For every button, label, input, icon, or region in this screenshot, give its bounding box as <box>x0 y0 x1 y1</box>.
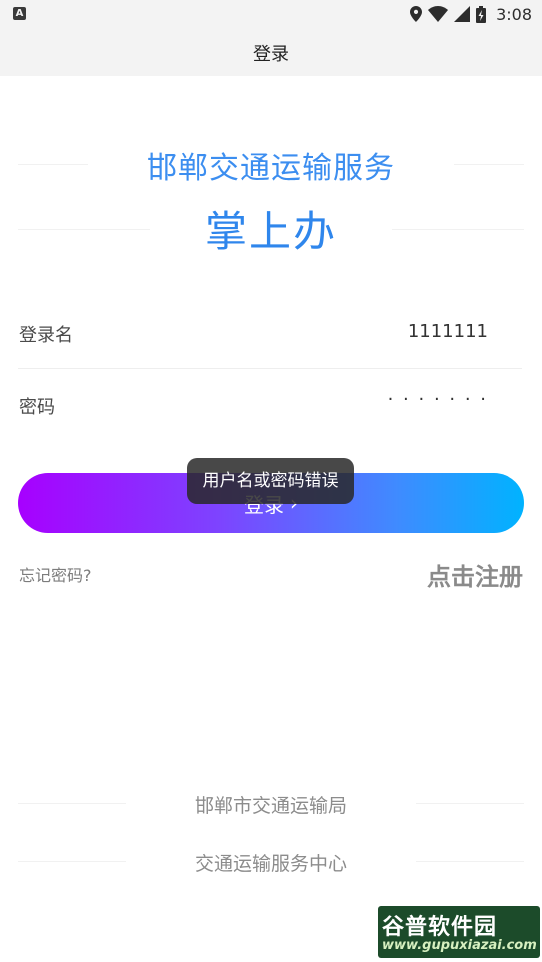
forgot-password-link[interactable]: 忘记密码? <box>19 562 92 586</box>
watermark-logo: 谷普软件园 www.gupuxiazai.com <box>378 906 540 958</box>
footer-org: 邯郸市交通运输局 <box>194 795 347 817</box>
page-title: 登录 <box>253 44 289 65</box>
footer-center: 交通运输服务中心 <box>194 853 347 875</box>
register-link[interactable]: 点击注册 <box>427 557 523 592</box>
brand-subtitle: 邯郸交通运输服务 <box>147 151 395 186</box>
location-icon <box>410 6 423 22</box>
battery-icon <box>476 5 487 23</box>
password-input[interactable]: · · · · · · · <box>388 389 488 410</box>
password-label: 密码 <box>19 397 55 418</box>
username-label: 登录名 <box>19 325 73 346</box>
watermark-url: www.gupuxiazai.com <box>382 938 537 953</box>
error-toast: 用户名或密码错误 <box>187 458 354 504</box>
app-bar: 登录 <box>0 28 542 76</box>
signal-icon <box>454 6 471 22</box>
brand-title: 掌上办 <box>204 207 337 256</box>
clock: 3:08 <box>496 4 532 24</box>
status-icons: 3:08 <box>410 4 532 24</box>
wifi-icon <box>428 6 449 22</box>
app-notification-icon: A <box>13 7 26 20</box>
row-divider <box>18 368 522 369</box>
watermark-title: 谷普软件园 <box>382 915 498 940</box>
username-input[interactable]: 1111111 <box>408 321 488 342</box>
status-bar: A 3:08 <box>0 0 542 28</box>
